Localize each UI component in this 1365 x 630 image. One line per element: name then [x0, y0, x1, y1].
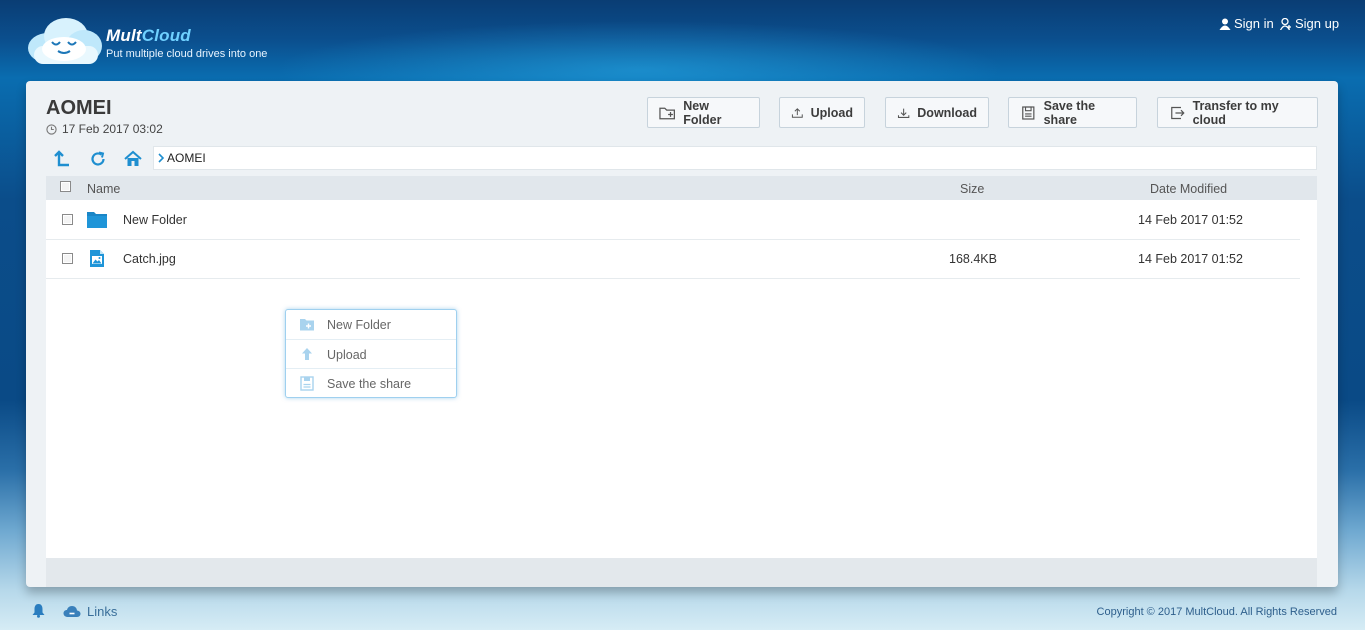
- sign-up-link[interactable]: Sign up: [1280, 16, 1339, 31]
- upload-arrow-icon: [302, 348, 312, 360]
- links-label: Links: [87, 604, 118, 619]
- panel-footer: [46, 558, 1317, 587]
- save-share-button[interactable]: Save the share: [1008, 97, 1137, 128]
- user-add-icon: [1280, 17, 1291, 30]
- new-folder-icon: [659, 107, 675, 119]
- new-folder-label: New Folder: [683, 98, 722, 127]
- context-save-share[interactable]: Save the share: [286, 368, 456, 398]
- save-icon: [300, 376, 314, 391]
- file-name[interactable]: Catch.jpg: [123, 252, 176, 266]
- column-size[interactable]: Size: [960, 182, 984, 196]
- breadcrumb[interactable]: AOMEI: [153, 146, 1317, 170]
- folder-date: 17 Feb 2017 03:02: [46, 122, 163, 136]
- row-checkbox[interactable]: [62, 253, 73, 264]
- image-file-icon: [90, 250, 104, 267]
- file-list: New Folder 14 Feb 2017 01:52 Catch.jpg 1…: [46, 200, 1317, 558]
- download-label: Download: [917, 105, 977, 120]
- brand-name-part2: Cloud: [141, 26, 191, 45]
- context-upload-label: Upload: [327, 348, 367, 362]
- multcloud-logo-icon[interactable]: [26, 16, 104, 66]
- context-new-folder[interactable]: New Folder: [286, 310, 456, 339]
- context-save-share-label: Save the share: [327, 377, 412, 391]
- breadcrumb-current[interactable]: AOMEI: [167, 151, 206, 165]
- folder-date-text: 17 Feb 2017 03:02: [62, 122, 163, 136]
- tagline: Put multiple cloud drives into one: [106, 48, 268, 60]
- parent-folder-icon[interactable]: [53, 149, 73, 169]
- folder-icon: [87, 212, 107, 228]
- row-checkbox[interactable]: [62, 214, 73, 225]
- file-date: 14 Feb 2017 01:52: [1138, 252, 1243, 266]
- upload-icon: [791, 107, 803, 118]
- save-icon: [1022, 105, 1035, 120]
- list-header: Name Size Date Modified: [46, 176, 1317, 200]
- clock-icon: [46, 123, 57, 135]
- select-all-checkbox[interactable]: [60, 181, 71, 192]
- context-upload[interactable]: Upload: [286, 339, 456, 369]
- refresh-icon[interactable]: [88, 149, 108, 169]
- chevron-right-icon: [158, 153, 165, 163]
- brand-name-part1: Mult: [106, 26, 142, 45]
- transfer-icon: [1171, 106, 1185, 119]
- file-name[interactable]: New Folder: [123, 213, 187, 227]
- save-share-label: Save the share: [1043, 98, 1096, 127]
- table-row[interactable]: Catch.jpg 168.4KB 14 Feb 2017 01:52: [46, 239, 1300, 279]
- context-menu: New Folder Upload Save the share: [285, 309, 457, 398]
- copyright-text: Copyright © 2017 MultCloud. All Rights R…: [1096, 606, 1337, 618]
- column-date[interactable]: Date Modified: [1150, 182, 1227, 196]
- sign-in-link[interactable]: Sign in: [1219, 16, 1274, 31]
- new-folder-icon: [300, 319, 314, 331]
- transfer-button[interactable]: Transfer to my cloud: [1157, 97, 1318, 128]
- upload-label: Upload: [810, 105, 853, 120]
- download-icon: [897, 108, 910, 118]
- sign-up-label: Sign up: [1295, 16, 1340, 31]
- folder-title: AOMEI: [46, 97, 112, 119]
- column-name[interactable]: Name: [87, 182, 120, 196]
- file-size: 168.4KB: [949, 252, 997, 266]
- download-button[interactable]: Download: [885, 97, 989, 128]
- file-date: 14 Feb 2017 01:52: [1138, 213, 1243, 227]
- sign-in-label: Sign in: [1234, 16, 1274, 31]
- new-folder-button[interactable]: New Folder: [647, 97, 760, 128]
- transfer-label: Transfer to my cloud: [1192, 98, 1279, 127]
- home-icon[interactable]: [123, 149, 143, 169]
- user-icon: [1219, 18, 1231, 30]
- header-background: [0, 0, 1365, 82]
- context-new-folder-label: New Folder: [327, 318, 391, 332]
- brand-name[interactable]: MultCloud: [106, 26, 191, 46]
- bell-icon[interactable]: [31, 603, 46, 618]
- table-row[interactable]: New Folder 14 Feb 2017 01:52: [46, 200, 1300, 240]
- cloud-link-icon: [63, 606, 81, 617]
- links-button[interactable]: Links: [63, 604, 117, 619]
- file-panel: AOMEI 17 Feb 2017 03:02 New Folder Uploa…: [26, 81, 1338, 587]
- upload-button[interactable]: Upload: [779, 97, 865, 128]
